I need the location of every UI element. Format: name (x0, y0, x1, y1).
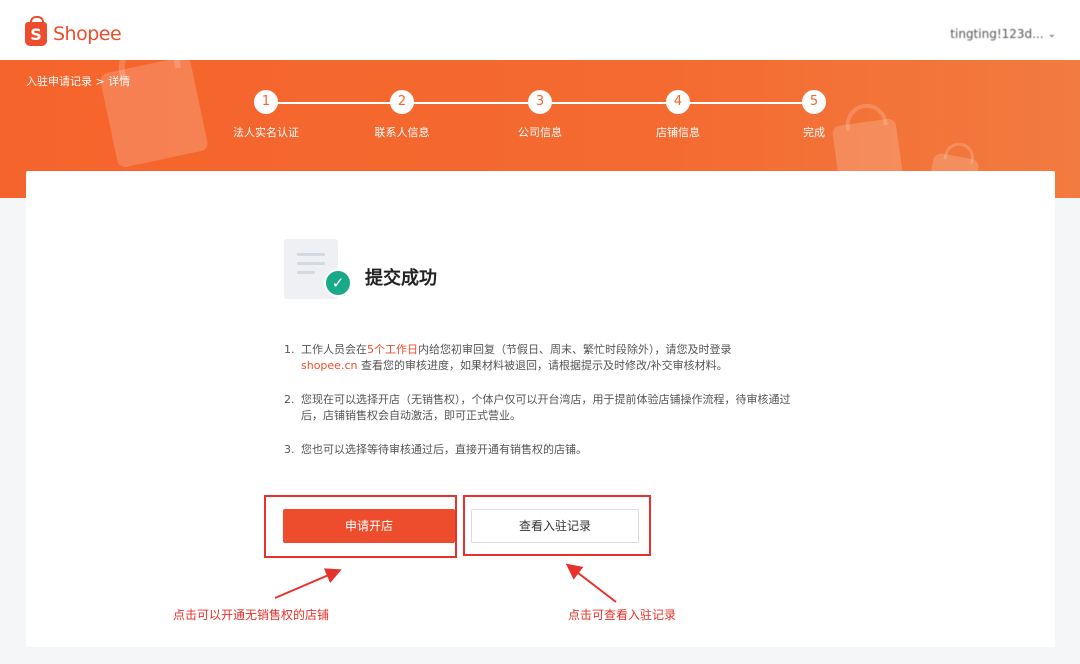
step-connector (278, 102, 390, 104)
user-menu[interactable]: tingting!123d... ⌄ (950, 27, 1056, 41)
shopee-link[interactable]: shopee.cn (301, 359, 357, 372)
step-5-number: 5 (802, 90, 826, 114)
username: tingting!123d... (950, 27, 1044, 41)
annotation-right: 点击可查看入驻记录 (568, 608, 677, 622)
step-connector (414, 102, 528, 104)
step-3-label: 公司信息 (518, 126, 562, 139)
note-text: 您现在可以选择开店（无销售权），个体户仅可以开台湾店，用于提前体验店铺操作流程，… (301, 393, 791, 422)
step-connector (552, 102, 666, 104)
note-text-part: 内给您初审回复（节假日、周末、繁忙时段除外），请您及时登录 (418, 343, 732, 356)
step-1-label: 法人实名认证 (233, 126, 299, 139)
breadcrumb[interactable]: 入驻申请记录 > 详情 (26, 73, 130, 89)
top-bar: S Shopee tingting!123d... ⌄ (0, 0, 1080, 60)
instructions-list: 1. 工作人员会在5个工作日内给您初审回复（节假日、周末、繁忙时段除外），请您及… (284, 342, 804, 476)
step-connector (690, 102, 802, 104)
annotation-left: 点击可以开通无销售权的店铺 (173, 608, 330, 622)
chevron-down-icon[interactable]: ⌄ (1048, 29, 1056, 40)
highlight-frame (264, 495, 457, 558)
list-item: 1. 工作人员会在5个工作日内给您初审回复（节假日、周末、繁忙时段除外），请您及… (284, 342, 804, 374)
note-text: 工作人员会在5个工作日内给您初审回复（节假日、周末、繁忙时段除外），请您及时登录… (301, 342, 732, 374)
list-number: 3. (284, 443, 295, 456)
step-1-number: 1 (254, 90, 278, 114)
step-5-label: 完成 (803, 126, 825, 139)
document-check-icon: ✓ (284, 239, 352, 303)
doc-line (297, 262, 325, 265)
note-text-part: 工作人员会在 (301, 343, 367, 356)
step-3-number: 3 (528, 90, 552, 114)
list-item: 2. 您现在可以选择开店（无销售权），个体户仅可以开台湾店，用于提前体验店铺操作… (284, 392, 804, 424)
step-2-label: 联系人信息 (374, 126, 430, 139)
list-number: 2. (284, 393, 295, 406)
step-4-label: 店铺信息 (656, 126, 700, 139)
step-4-number: 4 (666, 90, 690, 114)
highlight-frame (463, 495, 651, 556)
note-text-part: 查看您的审核进度，如果材料被退回，请根据提示及时修改/补交审核材料。 (357, 359, 728, 372)
list-item: 3. 您也可以选择等待审核通过后，直接开通有销售权的店铺。 (284, 442, 804, 458)
list-number: 1. (284, 343, 295, 356)
note-text: 您也可以选择等待审核通过后，直接开通有销售权的店铺。 (301, 443, 587, 456)
highlight-text: 5个工作日 (367, 343, 418, 356)
check-icon: ✓ (324, 269, 352, 297)
logo-text: Shopee (53, 23, 122, 45)
shopee-bag-icon: S (25, 16, 47, 46)
shopee-logo[interactable]: S Shopee (25, 16, 122, 46)
doc-line (297, 253, 325, 256)
success-title: 提交成功 (365, 268, 437, 289)
step-2-number: 2 (390, 90, 414, 114)
doc-line (297, 271, 315, 274)
